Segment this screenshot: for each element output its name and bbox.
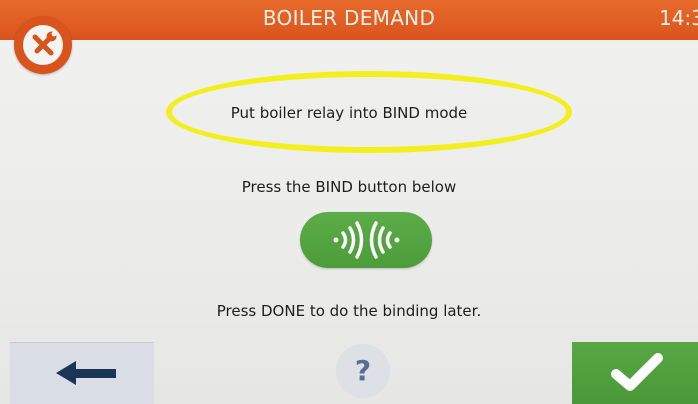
instruction-done-later: Press DONE to do the binding later. [216,302,482,320]
bind-button[interactable] [300,212,432,268]
bind-signal-icon [333,221,400,259]
clock: 14:3 [659,6,698,30]
help-button[interactable]: ? [336,344,390,398]
checkmark-icon [611,353,663,391]
done-button[interactable] [572,342,698,404]
settings-button[interactable] [14,16,72,74]
instruction-press-bind: Press the BIND button below [241,178,457,196]
back-button[interactable] [10,342,154,404]
page-title: BOILER DEMAND [262,6,436,30]
boiler-demand-screen: BOILER DEMAND 14:3 Put boiler relay into… [0,0,698,404]
tools-icon [32,31,57,56]
arrow-left-icon [56,361,116,385]
header-bar: BOILER DEMAND 14:3 [0,0,698,40]
instruction-bind-mode: Put boiler relay into BIND mode [230,104,468,122]
